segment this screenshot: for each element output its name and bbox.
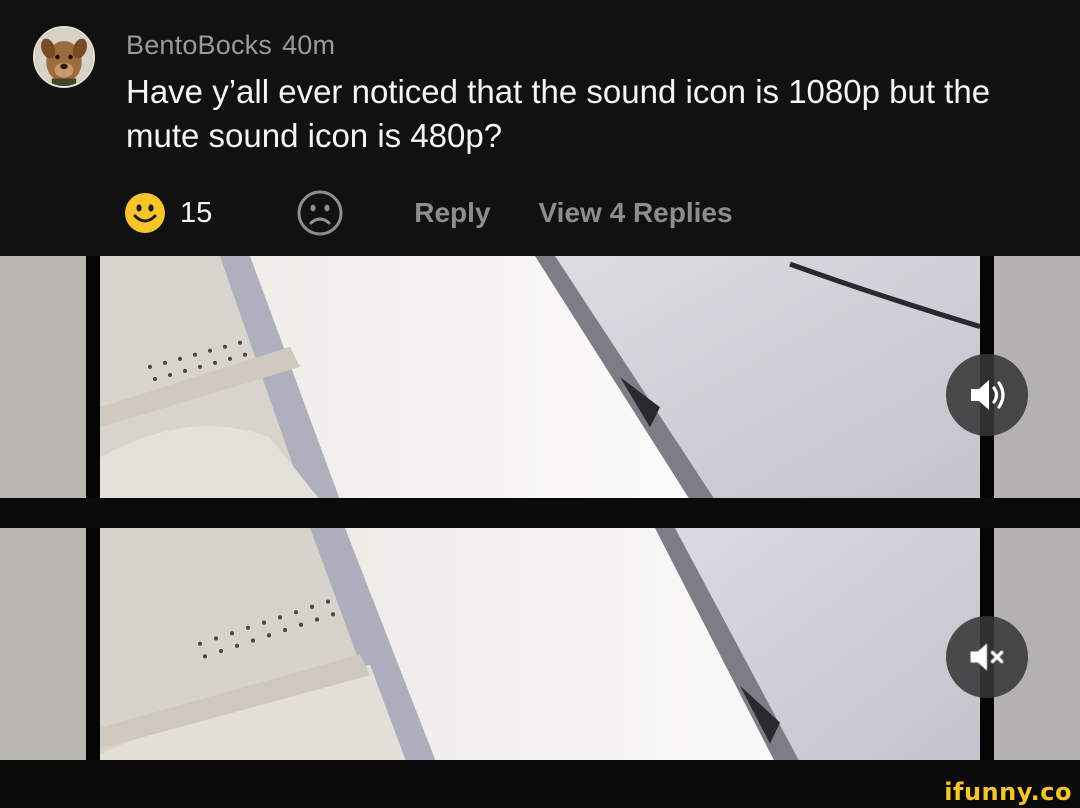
user-avatar[interactable] [33, 26, 95, 88]
comment-time: 40m [282, 30, 336, 60]
video-frame-muted[interactable] [0, 528, 1080, 760]
bottom-bar [0, 760, 1080, 808]
comment-text: Have y’all ever noticed that the sound i… [126, 73, 991, 154]
speaker-volume-icon [971, 380, 1005, 410]
video-frame-sound-on[interactable] [0, 256, 1080, 498]
frame-divider [0, 498, 1080, 528]
comment-actions: 15 Reply View 4 Replies [124, 190, 733, 236]
sound-toggle-button[interactable] [946, 354, 1028, 436]
smile-button[interactable]: 15 [124, 192, 212, 234]
smiley-face-icon [125, 193, 165, 233]
smile-count: 15 [180, 196, 213, 229]
dog-avatar-icon [35, 28, 93, 86]
view-replies-button[interactable]: View 4 Replies [539, 197, 733, 229]
ifunny-watermark: ifunny.co [944, 778, 1072, 806]
video-still-image [0, 256, 1080, 498]
username[interactable]: BentoBocks [126, 30, 272, 60]
frown-button[interactable] [296, 189, 344, 237]
mute-toggle-button[interactable] [946, 616, 1028, 698]
video-still-image [0, 528, 1080, 760]
comment-card: BentoBocks 40m Have y’all ever noticed th… [0, 0, 1080, 256]
comment-meta: BentoBocks 40m [126, 30, 335, 61]
frown-face-icon [297, 190, 343, 236]
speaker-mute-icon [970, 643, 1004, 671]
reply-button[interactable]: Reply [414, 197, 490, 229]
